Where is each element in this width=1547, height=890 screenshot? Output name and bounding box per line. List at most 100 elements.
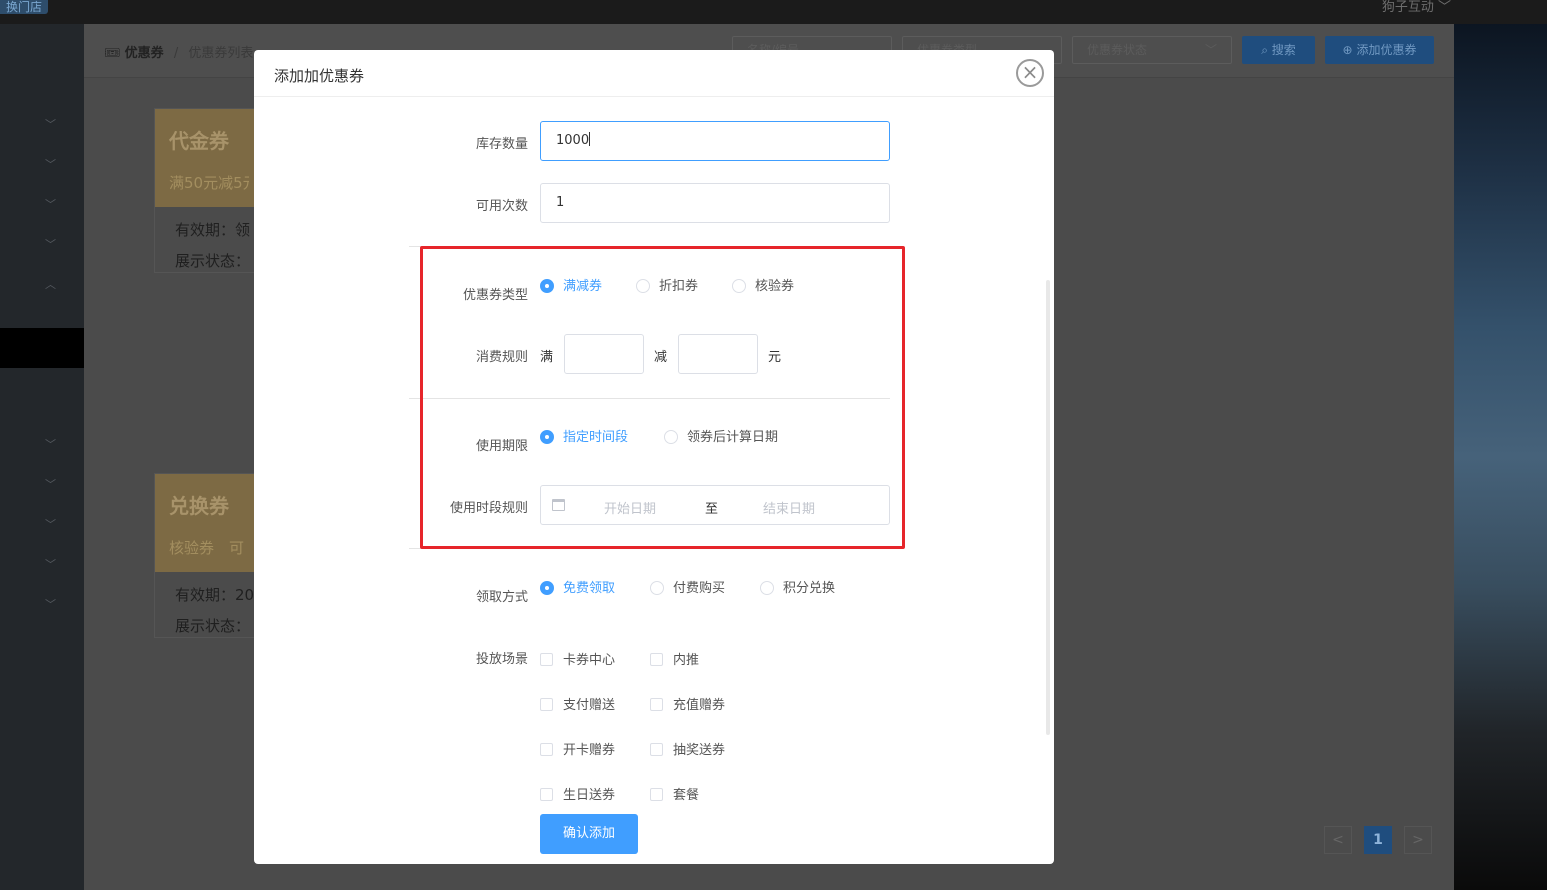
uses-input[interactable]: 1 (540, 183, 890, 223)
checkbox-recharge-gift[interactable]: 充值赠券 (650, 698, 725, 714)
checkbox-label: 充值赠券 (673, 698, 726, 713)
checkbox-referral[interactable]: 内推 (650, 653, 699, 669)
checkbox-payment-gift[interactable]: 支付赠送 (540, 698, 615, 714)
chevron-down-icon[interactable]: ﹀ (45, 196, 56, 212)
scene-label: 投放场景 (475, 652, 528, 667)
pager-next-button[interactable]: > (1404, 826, 1432, 854)
status-filter-placeholder: 优惠券状态 (1087, 43, 1148, 57)
breadcrumb-current: 优惠券列表 (188, 46, 254, 61)
confirm-add-button[interactable]: 确认添加 (540, 814, 638, 854)
calendar-icon (552, 499, 565, 511)
checkbox-label: 套餐 (673, 788, 700, 803)
dialog-divider (254, 96, 1054, 97)
checkbox-box (540, 653, 553, 666)
radio-dot (664, 430, 678, 444)
breadcrumb-root[interactable]: 优惠券 (125, 46, 164, 61)
radio-free-receive[interactable]: 免费领取 (540, 581, 615, 597)
rule-label: 消费规则 (475, 350, 528, 365)
chevron-down-icon: ﹀ (1204, 43, 1217, 57)
dialog-title: 添加加优惠券 (274, 67, 365, 85)
sidebar-item-active[interactable] (0, 328, 84, 368)
chevron-down-icon[interactable]: ﹀ (45, 436, 56, 452)
date-range-picker[interactable]: 开始日期 至 结束日期 (540, 485, 890, 525)
chevron-down-icon[interactable]: ﹀ (45, 476, 56, 492)
checkbox-box (650, 698, 663, 711)
text-caret (589, 132, 591, 146)
plus-circle-icon: ⊕ (1342, 43, 1353, 57)
reduction-amount-input[interactable] (678, 334, 758, 374)
chevron-down-icon[interactable]: ﹀ (45, 596, 56, 612)
chevron-down-icon[interactable]: ﹀ (45, 116, 56, 132)
coupon-card-subtitle: 核验券 可 (169, 539, 245, 557)
pager-prev-button[interactable]: < (1324, 826, 1352, 854)
add-coupon-button-label: 添加优惠券 (1356, 43, 1417, 57)
radio-dot (540, 279, 554, 293)
checkbox-box (650, 788, 663, 801)
chevron-down-icon[interactable]: ﹀ (45, 516, 56, 532)
checkbox-label: 卡券中心 (563, 653, 616, 668)
search-button-label: 搜索 (1271, 43, 1296, 57)
radio-verification[interactable]: 核验券 (732, 279, 794, 295)
checkbox-label: 内推 (673, 653, 700, 668)
chevron-down-icon[interactable]: ﹀ (45, 156, 56, 172)
checkbox-birthday-gift[interactable]: 生日送券 (540, 788, 615, 804)
breadcrumb-separator: / (173, 46, 179, 61)
stock-input[interactable]: 1000 (540, 121, 890, 161)
search-button[interactable]: ⌕ 搜索 (1242, 36, 1315, 64)
coupon-card-display-status: 展示状态： (175, 252, 251, 270)
top-bar: 换门店 狗子互动 ﹀ (0, 0, 1547, 24)
checkbox-box (540, 743, 553, 756)
coupon-card[interactable]: 代金券 满50元减5元 有效期：领 展示状态： (154, 108, 264, 273)
checkbox-card-center[interactable]: 卡券中心 (540, 653, 615, 669)
checkbox-box (540, 788, 553, 801)
coupon-card-subtitle: 满50元减5元 (169, 174, 249, 192)
checkbox-box (540, 698, 553, 711)
checkbox-box (650, 743, 663, 756)
background-photo (1454, 24, 1547, 890)
radio-label: 指定时间段 (563, 430, 629, 445)
user-menu-label: 狗子互动 (1381, 0, 1434, 15)
user-menu[interactable]: 狗子互动 ﹀ (1382, 0, 1451, 15)
ticket-icon: 🎟 (104, 46, 121, 61)
radio-label: 免费领取 (563, 581, 616, 596)
radio-full-reduction[interactable]: 满减券 (540, 279, 602, 295)
coupon-card-head: 兑换券 核验券 可 (155, 474, 263, 572)
chevron-down-icon: ﹀ (1437, 0, 1451, 15)
coupon-card-body: 有效期：领 展示状态： (155, 207, 263, 285)
status-filter-select[interactable]: 优惠券状态 ﹀ (1072, 36, 1232, 64)
radio-dot (760, 581, 774, 595)
coupon-card-title: 代金券 (169, 129, 229, 153)
checkbox-card-open-gift[interactable]: 开卡赠券 (540, 743, 615, 759)
radio-label: 领券后计算日期 (687, 430, 779, 445)
start-date-input[interactable]: 开始日期 (604, 498, 656, 517)
radio-discount[interactable]: 折扣券 (636, 279, 698, 295)
switch-store-tag[interactable]: 换门店 (0, 0, 49, 14)
radio-fixed-period[interactable]: 指定时间段 (540, 430, 628, 446)
checkbox-package[interactable]: 套餐 (650, 788, 699, 804)
chevron-down-icon[interactable]: ﹀ (45, 556, 56, 572)
chevron-up-icon[interactable]: ︿ (45, 276, 56, 292)
coupon-card-display-status: 展示状态： (175, 617, 251, 635)
radio-label: 满减券 (563, 279, 603, 294)
date-rule-label: 使用时段规则 (449, 501, 528, 516)
checkbox-lottery-gift[interactable]: 抽奖送券 (650, 743, 725, 759)
radio-paid-purchase[interactable]: 付费购买 (650, 581, 725, 597)
radio-points-exchange[interactable]: 积分兑换 (760, 581, 835, 597)
checkbox-label: 抽奖送券 (673, 743, 726, 758)
close-icon[interactable]: × (1016, 59, 1044, 87)
radio-relative-period[interactable]: 领券后计算日期 (664, 430, 778, 446)
radio-dot (540, 581, 554, 595)
section-divider (409, 548, 890, 549)
end-date-input[interactable]: 结束日期 (763, 498, 815, 517)
radio-label: 积分兑换 (783, 581, 836, 596)
add-coupon-button[interactable]: ⊕ 添加优惠券 (1325, 36, 1434, 64)
receive-label: 领取方式 (475, 590, 528, 605)
pager-page-button[interactable]: 1 (1364, 826, 1392, 854)
threshold-amount-input[interactable] (564, 334, 644, 374)
coupon-card-title: 兑换券 (169, 494, 229, 518)
coupon-card[interactable]: 兑换券 核验券 可 有效期：20 展示状态： (154, 473, 264, 638)
rule-middle: 减 (654, 350, 668, 365)
dialog-scrollbar[interactable] (1046, 280, 1050, 735)
chevron-down-icon[interactable]: ﹀ (45, 236, 56, 252)
coupon-card-body: 有效期：20 展示状态： (155, 572, 263, 650)
